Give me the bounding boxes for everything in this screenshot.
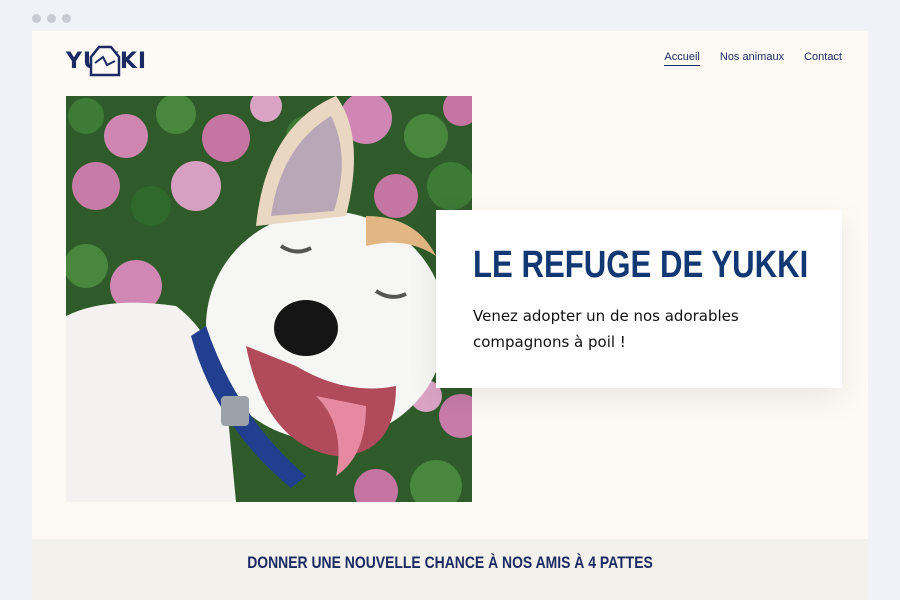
window-dot[interactable] — [32, 14, 41, 23]
section-band: DONNER UNE NOUVELLE CHANCE À NOS AMIS À … — [32, 539, 868, 600]
page-frame: YUKKI Accueil Nos animaux Contact — [32, 31, 868, 600]
hero-card: LE REFUGE DE YUKKI Venez adopter un de n… — [436, 210, 842, 388]
section-title: DONNER UNE NOUVELLE CHANCE À NOS AMIS À … — [247, 553, 653, 572]
window-dot[interactable] — [47, 14, 56, 23]
dog-head-logo-icon — [89, 45, 121, 77]
window-dot[interactable] — [62, 14, 71, 23]
nav-contact[interactable]: Contact — [804, 51, 842, 66]
hero-subtitle: Venez adopter un de nos adorables compag… — [473, 307, 739, 351]
window-controls — [32, 14, 71, 23]
hero-dog-image — [66, 96, 472, 502]
hero-title: LE REFUGE DE YUKKI — [473, 244, 809, 286]
logo[interactable]: YUKKI — [66, 43, 146, 77]
main-nav: Accueil Nos animaux Contact — [664, 51, 842, 66]
nav-nos-animaux[interactable]: Nos animaux — [720, 51, 784, 66]
nav-accueil[interactable]: Accueil — [664, 51, 700, 66]
